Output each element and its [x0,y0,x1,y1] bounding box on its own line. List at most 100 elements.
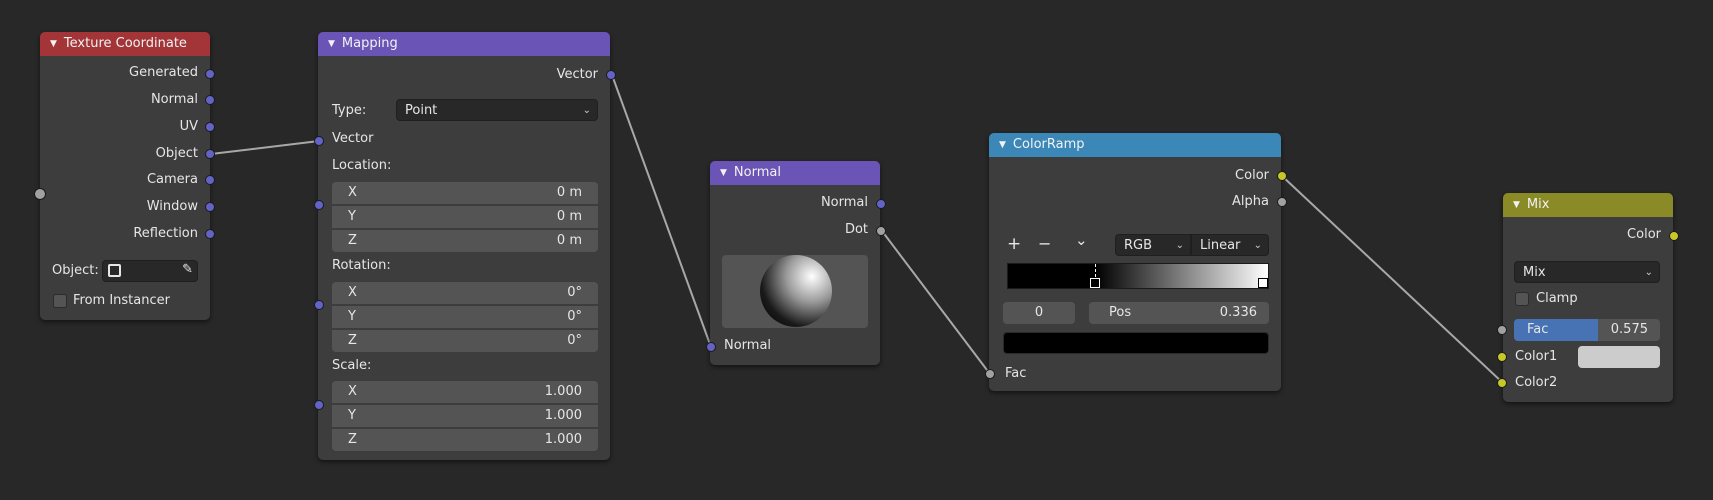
location-label: Location: [332,158,392,173]
active-stop-index-field[interactable]: 0 [1003,302,1075,324]
socket-normal-in[interactable] [706,342,716,352]
axis-label: Z [348,432,357,447]
axis-label: Z [348,233,357,248]
node-header[interactable]: ▼ Normal [710,161,880,185]
socket-alpha-out[interactable] [1277,197,1287,207]
link-color-to-color2[interactable] [1281,175,1504,384]
output-vector-label: Vector [556,67,598,82]
socket-window-out[interactable] [205,202,215,212]
node-header[interactable]: ▼ Mix [1503,193,1673,217]
node-header[interactable]: ▼ Mapping [318,32,610,56]
link-object-to-vector[interactable] [210,140,320,155]
color2-label: Color2 [1515,375,1558,390]
color-ramp-gradient[interactable] [1007,263,1269,289]
axis-value: 0 m [556,209,582,224]
color-stop-handle[interactable] [1258,278,1268,288]
node-title: Mix [1526,197,1550,212]
blend-type-value: Mix [1523,265,1546,280]
ramp-menu-chevron-icon[interactable]: ⌄ [1075,231,1088,249]
remove-stop-icon[interactable]: − [1038,234,1051,253]
color-stop-handle[interactable] [1090,278,1100,288]
add-stop-icon[interactable]: + [1007,234,1021,254]
collapse-triangle-icon[interactable]: ▼ [720,168,727,178]
eyedropper-icon[interactable]: ✎ [182,262,193,277]
object-picker-field[interactable]: ✎ [102,260,198,282]
rotation-z-field[interactable]: Z 0° [332,330,598,352]
socket-vector-in[interactable] [314,136,324,146]
socket-hidden-input[interactable] [34,188,46,200]
node-title: Normal [733,165,781,180]
stop-position-field[interactable]: Pos 0.336 [1089,302,1269,324]
normal-sphere-ball[interactable] [760,255,832,327]
output-color-label: Color [1627,227,1661,242]
colorramp-node[interactable]: ▼ ColorRamp Color Alpha + − ⌄ RGB ⌄ Linea… [989,133,1281,391]
socket-fac-in[interactable] [1497,325,1507,335]
output-camera-label: Camera [146,172,198,187]
clamp-checkbox[interactable] [1515,292,1529,306]
socket-normal-out[interactable] [205,95,215,105]
color1-swatch[interactable] [1578,346,1660,368]
socket-camera-out[interactable] [205,175,215,185]
socket-vector-out[interactable] [606,70,616,80]
mapping-node[interactable]: ▼ Mapping Vector Type: Point ⌄ Vector Loc… [318,32,610,460]
scale-y-field[interactable]: Y 1.000 [332,405,598,427]
collapse-triangle-icon[interactable]: ▼ [328,39,335,49]
scale-x-field[interactable]: X 1.000 [332,381,598,403]
axis-label: Z [348,333,357,348]
object-field-label: Object: [52,263,99,278]
axis-label: X [348,384,357,399]
location-x-field[interactable]: X 0 m [332,182,598,204]
interpolation-dropdown[interactable]: Linear ⌄ [1191,234,1269,256]
stop-color-swatch[interactable] [1003,332,1269,354]
socket-generated-out[interactable] [205,69,215,79]
texture-coordinate-node[interactable]: ▼ Texture Coordinate Generated Normal UV … [40,32,210,320]
chevron-down-icon: ⌄ [1175,240,1184,251]
interpolation-value: Linear [1200,238,1241,253]
axis-value: 1.000 [544,384,582,399]
link-dot-to-fac[interactable] [881,230,991,375]
pos-value: 0.336 [1219,305,1257,320]
node-header[interactable]: ▼ ColorRamp [989,133,1281,157]
axis-label: Y [348,309,356,324]
socket-normal-out[interactable] [876,199,886,209]
location-z-field[interactable]: Z 0 m [332,230,598,252]
axis-label: Y [348,209,356,224]
collapse-triangle-icon[interactable]: ▼ [1513,200,1520,210]
collapse-triangle-icon[interactable]: ▼ [50,39,57,49]
chevron-down-icon: ⌄ [582,105,591,116]
output-dot-label: Dot [844,222,868,237]
from-instancer-checkbox[interactable] [53,294,67,308]
node-header[interactable]: ▼ Texture Coordinate [40,32,210,56]
axis-value: 1.000 [544,408,582,423]
axis-value: 1.000 [544,432,582,447]
color-mode-dropdown[interactable]: RGB ⌄ [1115,234,1191,256]
socket-dot-out[interactable] [876,226,886,236]
output-generated-label: Generated [129,65,198,80]
input-normal-label: Normal [724,338,772,353]
rotation-y-field[interactable]: Y 0° [332,306,598,328]
link-vector-to-normal[interactable] [611,74,712,348]
socket-scale-in[interactable] [314,400,324,410]
socket-reflection-out[interactable] [205,229,215,239]
location-y-field[interactable]: Y 0 m [332,206,598,228]
collapse-triangle-icon[interactable]: ▼ [999,140,1006,150]
output-alpha-label: Alpha [1232,194,1269,209]
mix-node[interactable]: ▼ Mix Color Mix ⌄ Clamp Fac 0.575 Color1 … [1503,193,1673,402]
fac-slider[interactable]: Fac 0.575 [1514,319,1660,341]
rotation-x-field[interactable]: X 0° [332,282,598,304]
socket-object-out[interactable] [205,149,215,159]
output-color-label: Color [1235,168,1269,183]
socket-uv-out[interactable] [205,122,215,132]
socket-color2-in[interactable] [1497,378,1507,388]
type-dropdown[interactable]: Point ⌄ [396,99,598,121]
scale-z-field[interactable]: Z 1.000 [332,429,598,451]
blend-type-dropdown[interactable]: Mix ⌄ [1514,261,1660,283]
socket-rotation-in[interactable] [314,300,324,310]
type-label: Type: [332,103,367,118]
socket-location-in[interactable] [314,200,324,210]
socket-fac-in[interactable] [985,369,995,379]
socket-color-out[interactable] [1277,171,1287,181]
socket-color1-in[interactable] [1497,352,1507,362]
socket-color-out[interactable] [1669,231,1679,241]
normal-node[interactable]: ▼ Normal Normal Dot Normal [710,161,880,365]
